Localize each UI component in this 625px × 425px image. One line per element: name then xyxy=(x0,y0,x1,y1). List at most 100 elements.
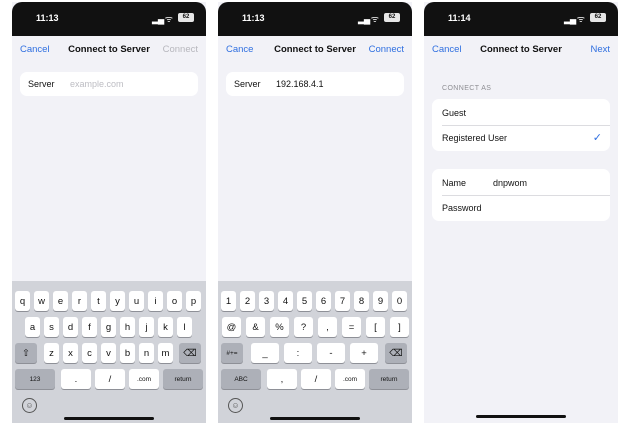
return-key[interactable]: return xyxy=(163,369,203,389)
home-indicator xyxy=(476,415,566,418)
name-input[interactable]: dnpwom xyxy=(493,178,527,188)
key[interactable]: , xyxy=(267,369,297,389)
key[interactable]: f xyxy=(82,317,97,337)
key[interactable]: p xyxy=(186,291,201,311)
key[interactable]: [ xyxy=(366,317,385,337)
key[interactable]: m xyxy=(158,343,173,363)
key[interactable]: k xyxy=(158,317,173,337)
key[interactable]: + xyxy=(350,343,378,363)
key[interactable]: a xyxy=(25,317,40,337)
connect-button[interactable]: Connect xyxy=(369,44,404,55)
key[interactable]: : xyxy=(284,343,312,363)
battery-icon: 62 xyxy=(590,13,606,22)
key[interactable]: 4 xyxy=(278,291,293,311)
key[interactable]: b xyxy=(120,343,135,363)
key[interactable]: h xyxy=(120,317,135,337)
server-label: Server xyxy=(28,79,55,89)
keyboard: 1 2 3 4 5 6 7 8 9 0 @ & % ? , = [ ] #+= … xyxy=(218,281,412,423)
emoji-icon[interactable]: ☺ xyxy=(228,398,243,413)
option-registered-user[interactable]: Registered User xyxy=(442,133,600,143)
key[interactable]: q xyxy=(15,291,30,311)
key[interactable]: y xyxy=(110,291,125,311)
battery-icon: 62 xyxy=(178,13,194,22)
connect-button[interactable]: Connect xyxy=(163,44,198,55)
backspace-key-icon[interactable]: ⌫ xyxy=(179,343,201,363)
shift-key-icon[interactable]: ⇧ xyxy=(15,343,37,363)
status-time: 11:13 xyxy=(242,13,265,23)
key[interactable]: 6 xyxy=(316,291,331,311)
server-field[interactable]: Server example.com xyxy=(20,72,198,96)
home-indicator xyxy=(270,417,360,420)
key[interactable]: v xyxy=(101,343,116,363)
key[interactable]: i xyxy=(148,291,163,311)
key[interactable]: 0 xyxy=(392,291,407,311)
key[interactable]: . xyxy=(61,369,91,389)
divider xyxy=(442,195,610,196)
key[interactable]: / xyxy=(95,369,125,389)
key[interactable]: e xyxy=(53,291,68,311)
home-indicator xyxy=(64,417,154,420)
next-button[interactable]: Next xyxy=(590,44,610,55)
key[interactable]: - xyxy=(317,343,345,363)
abc-key[interactable]: ABC xyxy=(221,369,261,389)
key[interactable]: n xyxy=(139,343,154,363)
key[interactable]: w xyxy=(34,291,49,311)
status-bar: 11:13 ▂▄ ᯤ 62 xyxy=(218,2,412,36)
more-symbols-key[interactable]: #+= xyxy=(221,343,243,363)
key[interactable]: u xyxy=(129,291,144,311)
nav-bar: Cance Connect to Server Connect xyxy=(218,36,412,64)
phone-screen-2: 11:13 ▂▄ ᯤ 62 Cance Connect to Server Co… xyxy=(218,2,412,423)
key[interactable]: z xyxy=(44,343,59,363)
key[interactable]: ? xyxy=(294,317,313,337)
key[interactable]: @ xyxy=(222,317,241,337)
connect-as-header: CONNECT AS xyxy=(442,85,492,92)
key[interactable]: c xyxy=(82,343,97,363)
status-bar: 11:13 ▂▄ ᯤ 62 xyxy=(12,2,206,36)
server-input[interactable]: example.com xyxy=(70,79,124,89)
phone-screen-1: 11:13 ▂▄ ᯤ 62 Cancel Connect to Server C… xyxy=(12,2,206,423)
key[interactable]: & xyxy=(246,317,265,337)
key[interactable]: 9 xyxy=(373,291,388,311)
key[interactable]: d xyxy=(63,317,78,337)
server-field[interactable]: Server 192.168.4.1 xyxy=(226,72,404,96)
signal-wifi-icon: ▂▄ ᯤ xyxy=(357,14,379,24)
key[interactable]: o xyxy=(167,291,182,311)
page-title: Connect to Server xyxy=(480,44,562,55)
key[interactable]: 1 xyxy=(221,291,236,311)
key[interactable]: = xyxy=(342,317,361,337)
server-input[interactable]: 192.168.4.1 xyxy=(276,79,324,89)
numbers-key[interactable]: 123 xyxy=(15,369,55,389)
key[interactable]: % xyxy=(270,317,289,337)
key[interactable]: g xyxy=(101,317,116,337)
return-key[interactable]: return xyxy=(369,369,409,389)
emoji-icon[interactable]: ☺ xyxy=(22,398,37,413)
key[interactable]: x xyxy=(63,343,78,363)
key[interactable]: l xyxy=(177,317,192,337)
keyboard: q w e r t y u i o p a s d f g h j k l ⇧ … xyxy=(12,281,206,423)
option-guest[interactable]: Guest xyxy=(442,108,600,118)
key[interactable]: j xyxy=(139,317,154,337)
status-bar: 11:14 ▂▄ ᯤ 62 xyxy=(424,2,618,36)
key[interactable]: 8 xyxy=(354,291,369,311)
nav-bar: Cancel Connect to Server Connect xyxy=(12,36,206,64)
divider xyxy=(442,125,610,126)
signal-wifi-icon: ▂▄ ᯤ xyxy=(151,14,173,24)
key[interactable]: r xyxy=(72,291,87,311)
key[interactable]: _ xyxy=(251,343,279,363)
battery-icon: 62 xyxy=(384,13,400,22)
key[interactable]: ] xyxy=(390,317,409,337)
key[interactable]: / xyxy=(301,369,331,389)
key[interactable]: , xyxy=(318,317,337,337)
backspace-key-icon[interactable]: ⌫ xyxy=(385,343,407,363)
key[interactable]: s xyxy=(44,317,59,337)
key[interactable]: 3 xyxy=(259,291,274,311)
name-row[interactable]: Name dnpwom xyxy=(442,178,600,188)
password-row[interactable]: Password xyxy=(442,203,600,213)
key[interactable]: 5 xyxy=(297,291,312,311)
key[interactable]: 2 xyxy=(240,291,255,311)
key[interactable]: t xyxy=(91,291,106,311)
dotcom-key[interactable]: .com xyxy=(335,369,365,389)
server-label: Server xyxy=(234,79,261,89)
key[interactable]: 7 xyxy=(335,291,350,311)
dotcom-key[interactable]: .com xyxy=(129,369,159,389)
